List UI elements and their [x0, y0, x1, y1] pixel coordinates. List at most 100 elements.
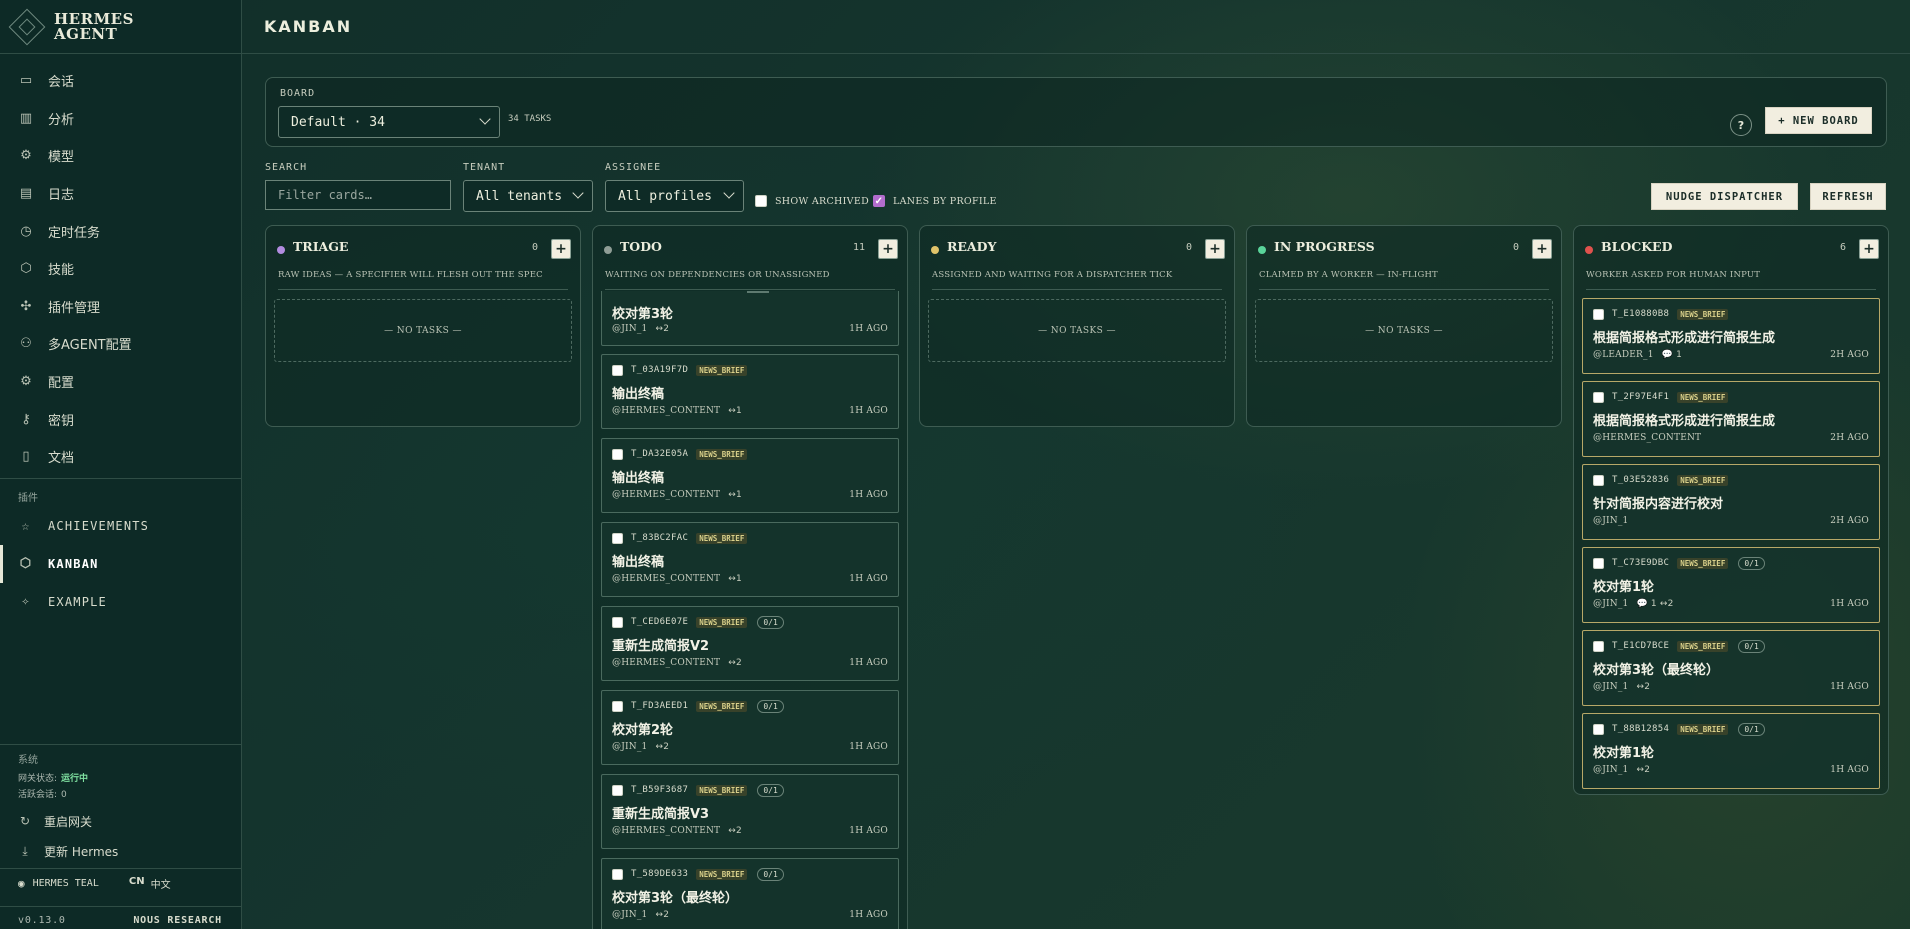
- sidebar-item-label: 日志: [48, 188, 75, 204]
- column-divider: [1259, 289, 1549, 290]
- task-select-checkbox[interactable]: [612, 532, 623, 544]
- sidebar-item-6[interactable]: ✣ 插件管理: [0, 288, 241, 326]
- task-card[interactable]: T_E10880B8 NEWS_BRIEF 根据简报格式形成进行简报生成 @LEADE…: [1582, 298, 1880, 374]
- sidebar-item-10[interactable]: ▯ 文档: [0, 438, 241, 476]
- task-card[interactable]: T_E1CD7BCE NEWS_BRIEF 0/1 校对第3轮（最终轮） @JIN_1 ↔…: [1582, 630, 1880, 706]
- subtask-progress-badge: 0/1: [1738, 722, 1765, 736]
- sidebar-item-label: 插件管理: [48, 300, 101, 316]
- column-blocked: BLOCKED 6 + WORKER ASKED FOR HUMAN INPUT…: [1573, 225, 1889, 795]
- sidebar-item-4[interactable]: ◷ 定时任务: [0, 212, 241, 250]
- show-archived-checkbox[interactable]: [755, 195, 767, 207]
- update-hermes-button[interactable]: ⤓ 更新 Hermes: [18, 836, 242, 866]
- task-card[interactable]: T_DA32E05A NEWS_BRIEF 输出终稿 @HERMES_CONTENT ↔…: [601, 438, 899, 513]
- add-task-button[interactable]: +: [1859, 239, 1879, 259]
- task-assignee: @JIN_1: [612, 910, 648, 920]
- subtask-progress-badge: 0/1: [1738, 639, 1765, 653]
- task-assignee: @JIN_1: [1593, 516, 1629, 526]
- task-id: T_589DE633: [631, 869, 689, 879]
- task-select-checkbox[interactable]: [612, 364, 623, 376]
- column-description: WORKER ASKED FOR HUMAN INPUT: [1586, 270, 1761, 280]
- task-card[interactable]: T_FD3AEED1 NEWS_BRIEF 0/1 校对第2轮 @JIN_1 ↔2 1H A…: [601, 690, 899, 765]
- task-select-checkbox[interactable]: [1593, 308, 1604, 320]
- add-task-button[interactable]: +: [878, 239, 898, 259]
- sidebar-item-7[interactable]: ⚇ 多AGENT配置: [0, 325, 241, 363]
- task-select-checkbox[interactable]: [1593, 391, 1604, 403]
- column-description: RAW IDEAS — A SPECIFIER WILL FLESH OUT T…: [278, 270, 543, 280]
- sidebar-item-2[interactable]: ⚙ 模型: [0, 137, 241, 175]
- task-tag: NEWS_BRIEF: [1677, 640, 1729, 652]
- column-triage: TRIAGE 0 + RAW IDEAS — A SPECIFIER WILL …: [265, 225, 581, 427]
- task-card-header: T_03A19F7D NEWS_BRIEF: [612, 363, 888, 377]
- plugin-item-kanban[interactable]: ⬡ KANBAN: [0, 545, 241, 583]
- task-card[interactable]: T_03A19F7D NEWS_BRIEF 输出终稿 @HERMES_CONTENT ↔…: [601, 354, 899, 429]
- sidebar-item-label: 文档: [48, 451, 75, 467]
- board-label: BOARD: [280, 88, 316, 99]
- task-card[interactable]: T_83BC2FAC NEWS_BRIEF 输出终稿 @HERMES_CONTENT ↔…: [601, 522, 899, 597]
- language-switcher[interactable]: CN 中文: [129, 876, 171, 891]
- add-task-button[interactable]: +: [1205, 239, 1225, 259]
- lanes-by-profile-toggle[interactable]: ✓ LANES BY PROFILE: [873, 195, 997, 207]
- brand-name: HERMES AGENT: [54, 11, 134, 42]
- brand[interactable]: HERMES AGENT: [0, 0, 241, 54]
- help-button[interactable]: ?: [1730, 114, 1752, 136]
- restart-gateway-button[interactable]: ↻ 重启网关: [18, 806, 242, 836]
- task-tag: NEWS_BRIEF: [696, 700, 748, 712]
- task-card[interactable]: T_589DE633 NEWS_BRIEF 0/1 校对第3轮（最终轮） @JIN_1 ↔…: [601, 858, 899, 929]
- gateway-status: 网关状态: 运行中: [18, 771, 242, 784]
- task-title: 针对简报内容进行校对: [1593, 497, 1724, 512]
- task-select-checkbox[interactable]: [1593, 557, 1604, 569]
- task-card[interactable]: T_88B12854 NEWS_BRIEF 0/1 校对第1轮 @JIN_1 ↔2 1H A…: [1582, 713, 1880, 789]
- task-footer: @JIN_1 ↔2 1H AGO: [612, 742, 888, 752]
- sidebar-item-8[interactable]: ⚙ 配置: [0, 363, 241, 401]
- org-label[interactable]: NOUS RESEARCH: [133, 915, 222, 926]
- sidebar-item-1[interactable]: ▥ 分析: [0, 100, 241, 138]
- nudge-dispatcher-button[interactable]: NUDGE DISPATCHER: [1651, 183, 1798, 210]
- sidebar-item-3[interactable]: ▤ 日志: [0, 175, 241, 213]
- active-sessions-value: 0: [61, 790, 67, 800]
- theme-language-row: ◉ HERMES TEAL CN 中文: [0, 868, 242, 898]
- add-task-button[interactable]: +: [1532, 239, 1552, 259]
- task-footer: @LEADER_1 💬 1 2H AGO: [1593, 350, 1869, 360]
- task-select-checkbox[interactable]: [1593, 640, 1604, 652]
- task-card[interactable]: T_2F97E4F1 NEWS_BRIEF 根据简报格式形成进行简报生成 @HERME…: [1582, 381, 1880, 457]
- plugin-item-example[interactable]: ✧ EXAMPLE: [0, 583, 241, 621]
- status-dot: [1585, 246, 1593, 254]
- subtask-progress-badge: 0/1: [757, 699, 784, 713]
- show-archived-label: SHOW ARCHIVED: [775, 195, 869, 207]
- plugin-item-achievements[interactable]: ☆ ACHIEVEMENTS: [0, 508, 241, 546]
- task-select-checkbox[interactable]: [1593, 723, 1604, 735]
- task-card[interactable]: 校对第3轮 @JIN_1 ↔2 1H AGO: [601, 291, 899, 346]
- show-archived-toggle[interactable]: SHOW ARCHIVED: [755, 195, 869, 207]
- task-select-checkbox[interactable]: [612, 700, 623, 712]
- settings-icon: ⚙: [20, 374, 32, 390]
- task-card[interactable]: T_03E52836 NEWS_BRIEF 针对简报内容进行校对 @JIN_1 2H A…: [1582, 464, 1880, 540]
- refresh-button[interactable]: REFRESH: [1810, 183, 1886, 210]
- assignee-select[interactable]: All profiles: [605, 180, 744, 212]
- lanes-by-profile-checkbox[interactable]: ✓: [873, 195, 885, 207]
- task-card-header: T_88B12854 NEWS_BRIEF 0/1: [1593, 722, 1869, 736]
- task-card[interactable]: T_C73E9DBC NEWS_BRIEF 0/1 校对第1轮 @JIN_1 💬 1 ↔2…: [1582, 547, 1880, 623]
- plugin-icon: ✣: [20, 298, 32, 314]
- sidebar-item-9[interactable]: ⚷ 密钥: [0, 400, 241, 438]
- board-select[interactable]: Default · 34: [278, 106, 500, 138]
- task-select-checkbox[interactable]: [612, 616, 623, 628]
- task-select-checkbox[interactable]: [612, 868, 623, 880]
- theme-switcher[interactable]: HERMES TEAL: [33, 878, 99, 889]
- column-title: BLOCKED: [1601, 239, 1673, 254]
- task-select-checkbox[interactable]: [1593, 474, 1604, 486]
- task-select-checkbox[interactable]: [612, 784, 623, 796]
- task-id: T_03A19F7D: [631, 365, 689, 375]
- task-card[interactable]: T_CED6E07E NEWS_BRIEF 0/1 重新生成简报V2 @HERMES_C…: [601, 606, 899, 681]
- column-title: TRIAGE: [293, 239, 349, 254]
- task-card[interactable]: T_B59F3687 NEWS_BRIEF 0/1 重新生成简报V3 @HERMES_C…: [601, 774, 899, 849]
- task-age: 1H AGO: [849, 658, 888, 668]
- tenant-select[interactable]: All tenants: [463, 180, 593, 212]
- sidebar-item-0[interactable]: ▭ 会话: [0, 62, 241, 100]
- add-task-button[interactable]: +: [551, 239, 571, 259]
- column-header: READY 0 +: [920, 226, 1234, 266]
- sidebar-item-5[interactable]: ⬡ 技能: [0, 250, 241, 288]
- gateway-status-value: 运行中: [61, 774, 89, 784]
- new-board-button[interactable]: + NEW BOARD: [1765, 107, 1872, 134]
- task-select-checkbox[interactable]: [612, 448, 623, 460]
- search-input[interactable]: [265, 180, 451, 210]
